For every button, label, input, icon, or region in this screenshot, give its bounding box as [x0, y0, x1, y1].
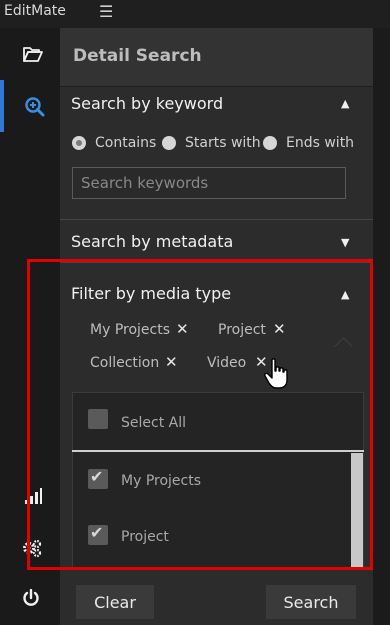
radio-ends-with[interactable]	[263, 136, 277, 150]
app-title: EditMate	[4, 3, 66, 19]
radio-starts-with[interactable]	[162, 136, 176, 150]
right-strip	[373, 28, 390, 625]
search-zoom-icon[interactable]	[24, 96, 46, 118]
clear-button[interactable]: Clear	[76, 585, 154, 619]
metadata-section-title[interactable]: Search by metadata	[71, 232, 233, 251]
highlight-box	[27, 259, 373, 570]
rail-active-indicator	[0, 80, 4, 132]
radio-contains[interactable]	[72, 136, 86, 150]
folder-icon[interactable]	[22, 45, 44, 63]
radio-label-starts-with: Starts with	[185, 135, 261, 151]
power-icon[interactable]	[22, 589, 40, 607]
keyword-section-title[interactable]: Search by keyword	[71, 94, 223, 113]
search-keywords-input[interactable]	[72, 167, 346, 199]
hamburger-icon[interactable]: ☰	[99, 2, 113, 21]
panel-title: Detail Search	[73, 46, 202, 66]
triangle-up-icon[interactable]: ▲	[341, 97, 349, 110]
triangle-down-icon[interactable]: ▼	[341, 236, 349, 249]
search-button[interactable]: Search	[266, 585, 356, 619]
divider	[60, 219, 373, 220]
radio-label-contains: Contains	[95, 135, 157, 151]
radio-label-ends-with: Ends with	[286, 135, 355, 151]
